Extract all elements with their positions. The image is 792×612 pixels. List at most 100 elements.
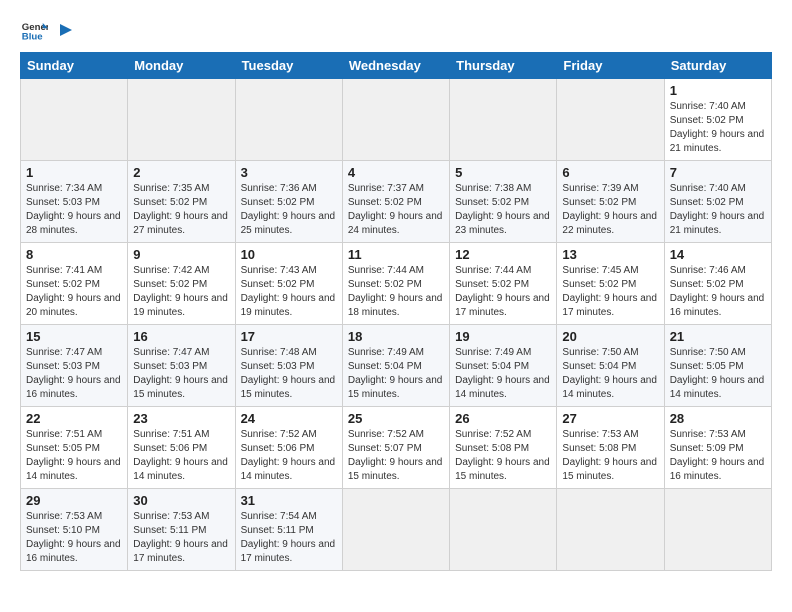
calendar-cell: 25Sunrise: 7:52 AMSunset: 5:07 PMDayligh… — [342, 407, 449, 489]
calendar-cell: 21Sunrise: 7:50 AMSunset: 5:05 PMDayligh… — [664, 325, 771, 407]
day-number: 28 — [670, 411, 766, 426]
header: General Blue — [20, 16, 772, 44]
calendar-cell: 28 Sunrise: 7:53 AMSunset: 5:09 PMDayligh… — [664, 407, 771, 489]
calendar-cell: 14 Sunrise: 7:46 AMSunset: 5:02 PMDayligh… — [664, 243, 771, 325]
day-details: Sunrise: 7:53 AMSunset: 5:09 PMDaylight:… — [670, 429, 765, 482]
day-details: Sunrise: 7:47 AMSunset: 5:03 PMDaylight:… — [133, 347, 228, 400]
day-number: 24 — [241, 411, 337, 426]
calendar-cell: 17Sunrise: 7:48 AMSunset: 5:03 PMDayligh… — [235, 325, 342, 407]
day-details: Sunrise: 7:46 AMSunset: 5:02 PMDaylight:… — [670, 265, 765, 318]
calendar-cell: 20 Sunrise: 7:50 AMSunset: 5:04 PMDayligh… — [557, 325, 664, 407]
calendar-cell: 18Sunrise: 7:49 AMSunset: 5:04 PMDayligh… — [342, 325, 449, 407]
day-details: Sunrise: 7:51 AMSunset: 5:06 PMDaylight:… — [133, 429, 228, 482]
calendar-cell: 7 Sunrise: 7:40 AMSunset: 5:02 PMDaylight… — [664, 161, 771, 243]
calendar-week-0: 1Sunrise: 7:40 AMSunset: 5:02 PMDaylight… — [21, 79, 772, 161]
calendar-cell — [21, 79, 128, 161]
day-number: 20 — [562, 329, 658, 344]
day-details: Sunrise: 7:35 AMSunset: 5:02 PMDaylight:… — [133, 183, 228, 236]
day-header-wednesday: Wednesday — [342, 53, 449, 79]
calendar-cell: 3Sunrise: 7:36 AMSunset: 5:02 PMDaylight… — [235, 161, 342, 243]
calendar-cell — [450, 79, 557, 161]
day-number: 15 — [26, 329, 122, 344]
calendar-cell — [235, 79, 342, 161]
calendar-cell: 30Sunrise: 7:53 AMSunset: 5:11 PMDayligh… — [128, 489, 235, 571]
day-details: Sunrise: 7:53 AMSunset: 5:08 PMDaylight:… — [562, 429, 657, 482]
calendar-cell: 4Sunrise: 7:37 AMSunset: 5:02 PMDaylight… — [342, 161, 449, 243]
day-details: Sunrise: 7:44 AMSunset: 5:02 PMDaylight:… — [348, 265, 443, 318]
page-container: General Blue SundayMondayTuesdayWednesda… — [0, 0, 792, 581]
logo: General Blue — [20, 16, 76, 44]
day-details: Sunrise: 7:52 AMSunset: 5:08 PMDaylight:… — [455, 429, 550, 482]
day-header-friday: Friday — [557, 53, 664, 79]
day-details: Sunrise: 7:40 AMSunset: 5:02 PMDaylight:… — [670, 101, 765, 154]
calendar-cell: 15 Sunrise: 7:47 AMSunset: 5:03 PMDayligh… — [21, 325, 128, 407]
day-number: 22 — [26, 411, 122, 426]
calendar-cell: 2 Sunrise: 7:35 AMSunset: 5:02 PMDaylight… — [128, 161, 235, 243]
day-header-saturday: Saturday — [664, 53, 771, 79]
calendar-cell: 16 Sunrise: 7:47 AMSunset: 5:03 PMDayligh… — [128, 325, 235, 407]
svg-text:Blue: Blue — [22, 32, 43, 43]
day-number: 10 — [241, 247, 337, 262]
calendar-table: SundayMondayTuesdayWednesdayThursdayFrid… — [20, 52, 772, 571]
day-number: 27 — [562, 411, 658, 426]
day-details: Sunrise: 7:53 AMSunset: 5:10 PMDaylight:… — [26, 511, 121, 564]
calendar-week-3: 15 Sunrise: 7:47 AMSunset: 5:03 PMDayligh… — [21, 325, 772, 407]
day-details: Sunrise: 7:48 AMSunset: 5:03 PMDaylight:… — [241, 347, 336, 400]
day-details: Sunrise: 7:36 AMSunset: 5:02 PMDaylight:… — [241, 183, 336, 236]
day-details: Sunrise: 7:39 AMSunset: 5:02 PMDaylight:… — [562, 183, 657, 236]
day-details: Sunrise: 7:53 AMSunset: 5:11 PMDaylight:… — [133, 511, 228, 564]
calendar-cell — [557, 79, 664, 161]
day-details: Sunrise: 7:50 AMSunset: 5:04 PMDaylight:… — [562, 347, 657, 400]
calendar-cell: 29 Sunrise: 7:53 AMSunset: 5:10 PMDayligh… — [21, 489, 128, 571]
calendar-cell: 22Sunrise: 7:51 AMSunset: 5:05 PMDayligh… — [21, 407, 128, 489]
calendar-cell: 1Sunrise: 7:40 AMSunset: 5:02 PMDaylight… — [664, 79, 771, 161]
day-number: 11 — [348, 247, 444, 262]
day-header-monday: Monday — [128, 53, 235, 79]
day-number: 4 — [348, 165, 444, 180]
day-number: 16 — [133, 329, 229, 344]
logo-arrow-icon — [56, 20, 76, 40]
calendar-cell: 5Sunrise: 7:38 AMSunset: 5:02 PMDaylight… — [450, 161, 557, 243]
day-details: Sunrise: 7:52 AMSunset: 5:06 PMDaylight:… — [241, 429, 336, 482]
calendar-cell: 13 Sunrise: 7:45 AMSunset: 5:02 PMDayligh… — [557, 243, 664, 325]
calendar-cell: 12Sunrise: 7:44 AMSunset: 5:02 PMDayligh… — [450, 243, 557, 325]
day-header-tuesday: Tuesday — [235, 53, 342, 79]
day-number: 7 — [670, 165, 766, 180]
day-details: Sunrise: 7:38 AMSunset: 5:02 PMDaylight:… — [455, 183, 550, 236]
day-number: 25 — [348, 411, 444, 426]
day-number: 13 — [562, 247, 658, 262]
day-number: 6 — [562, 165, 658, 180]
calendar-cell: 19Sunrise: 7:49 AMSunset: 5:04 PMDayligh… — [450, 325, 557, 407]
calendar-week-1: 1Sunrise: 7:34 AMSunset: 5:03 PMDaylight… — [21, 161, 772, 243]
day-number: 31 — [241, 493, 337, 508]
calendar-cell — [342, 489, 449, 571]
calendar-cell: 10Sunrise: 7:43 AMSunset: 5:02 PMDayligh… — [235, 243, 342, 325]
calendar-cell: 26Sunrise: 7:52 AMSunset: 5:08 PMDayligh… — [450, 407, 557, 489]
calendar-cell — [450, 489, 557, 571]
day-details: Sunrise: 7:47 AMSunset: 5:03 PMDaylight:… — [26, 347, 121, 400]
calendar-week-5: 29 Sunrise: 7:53 AMSunset: 5:10 PMDayligh… — [21, 489, 772, 571]
logo-icon: General Blue — [20, 16, 48, 44]
day-number: 12 — [455, 247, 551, 262]
day-header-sunday: Sunday — [21, 53, 128, 79]
day-number: 29 — [26, 493, 122, 508]
day-details: Sunrise: 7:40 AMSunset: 5:02 PMDaylight:… — [670, 183, 765, 236]
header-row: SundayMondayTuesdayWednesdayThursdayFrid… — [21, 53, 772, 79]
day-number: 23 — [133, 411, 229, 426]
calendar-cell: 9Sunrise: 7:42 AMSunset: 5:02 PMDaylight… — [128, 243, 235, 325]
calendar-week-4: 22Sunrise: 7:51 AMSunset: 5:05 PMDayligh… — [21, 407, 772, 489]
day-details: Sunrise: 7:45 AMSunset: 5:02 PMDaylight:… — [562, 265, 657, 318]
calendar-cell: 31Sunrise: 7:54 AMSunset: 5:11 PMDayligh… — [235, 489, 342, 571]
day-details: Sunrise: 7:50 AMSunset: 5:05 PMDaylight:… — [670, 347, 765, 400]
day-number: 2 — [133, 165, 229, 180]
day-details: Sunrise: 7:49 AMSunset: 5:04 PMDaylight:… — [348, 347, 443, 400]
calendar-cell — [664, 489, 771, 571]
calendar-cell: 6 Sunrise: 7:39 AMSunset: 5:02 PMDaylight… — [557, 161, 664, 243]
day-number: 9 — [133, 247, 229, 262]
day-details: Sunrise: 7:49 AMSunset: 5:04 PMDaylight:… — [455, 347, 550, 400]
calendar-cell — [128, 79, 235, 161]
calendar-cell: 24 Sunrise: 7:52 AMSunset: 5:06 PMDayligh… — [235, 407, 342, 489]
day-number: 14 — [670, 247, 766, 262]
calendar-cell — [557, 489, 664, 571]
day-number: 1 — [26, 165, 122, 180]
